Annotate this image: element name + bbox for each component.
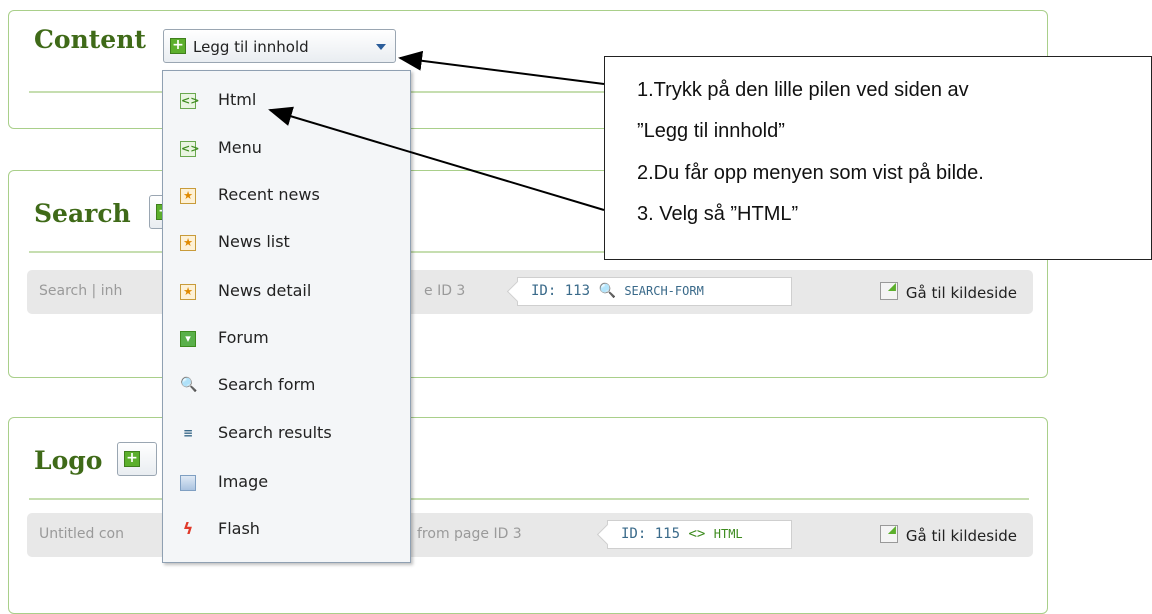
annotation-arrows: [268, 50, 605, 211]
arrow-to-dropdown: [398, 50, 605, 85]
arrow-to-html-item: [268, 106, 605, 211]
